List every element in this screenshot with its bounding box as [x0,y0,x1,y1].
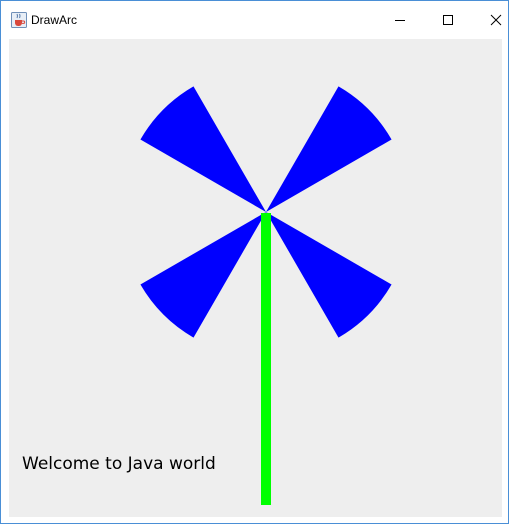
maximize-button[interactable] [425,1,471,39]
app-window: DrawArc Welcome to Java world [0,0,509,524]
pinwheel-blade [140,86,266,212]
stem [261,213,271,505]
close-icon [490,14,502,26]
window-title: DrawArc [31,13,78,27]
java-cup-icon[interactable] [11,12,27,28]
close-button[interactable] [473,1,509,39]
welcome-message: Welcome to Java world [22,454,216,474]
minimize-icon [395,20,405,21]
minimize-button[interactable] [377,1,423,39]
title-bar[interactable]: DrawArc [1,1,508,39]
drawing-surface [140,86,392,505]
drawing-canvas: Welcome to Java world [9,39,502,517]
pinwheel-blade [266,86,392,212]
pinwheel-blade [266,212,392,338]
maximize-icon [443,15,453,25]
pinwheel-blade [140,212,266,338]
